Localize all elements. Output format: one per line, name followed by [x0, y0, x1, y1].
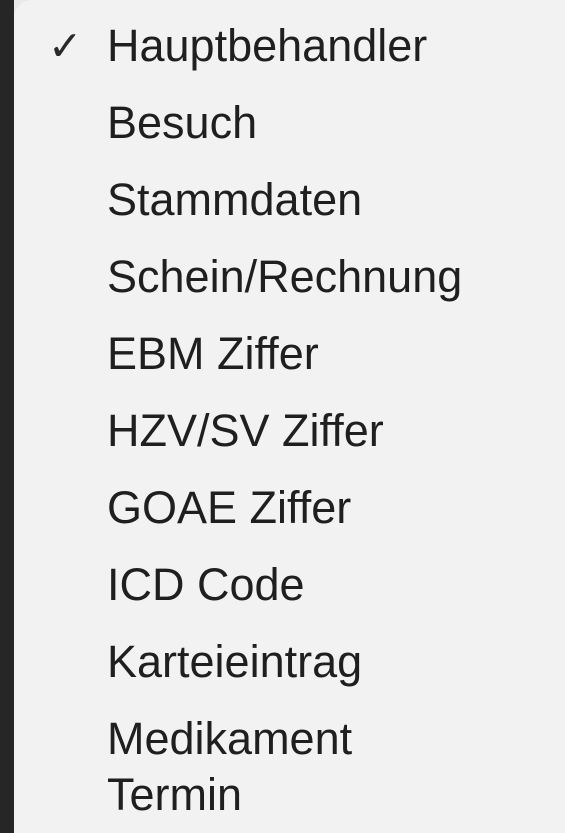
menu-item-hzv-sv-ziffer[interactable]: HZV/SV Ziffer	[14, 393, 565, 469]
menu-item-label: Termin	[107, 769, 243, 820]
menu-item-label: ICD Code	[107, 559, 305, 610]
menu-item-besuch[interactable]: Besuch	[14, 85, 565, 161]
menu-item-label: Karteieintrag	[107, 636, 363, 687]
menu-item-label: GOAE Ziffer	[107, 482, 352, 533]
menu-item-ebm-ziffer[interactable]: EBM Ziffer	[14, 316, 565, 392]
menu-item-hauptbehandler[interactable]: ✓ Hauptbehandler	[14, 8, 565, 84]
checkmark-icon: ✓	[48, 23, 83, 69]
menu-item-label: Schein/Rechnung	[107, 251, 463, 302]
menu-item-goae-ziffer[interactable]: GOAE Ziffer	[14, 470, 565, 546]
window-edge	[0, 0, 14, 833]
menu-item-label: EBM Ziffer	[107, 328, 319, 379]
menu-item-karteieintrag[interactable]: Karteieintrag	[14, 624, 565, 700]
menu-item-label: Besuch	[107, 97, 258, 148]
menu-item-icd-code[interactable]: ICD Code	[14, 547, 565, 623]
menu-item-label: HZV/SV Ziffer	[107, 405, 384, 456]
menu-item-label: Hauptbehandler	[107, 20, 428, 71]
menu-item-stammdaten[interactable]: Stammdaten	[14, 162, 565, 238]
menu-item-termin[interactable]: Termin	[14, 757, 565, 833]
context-menu: ✓ Hauptbehandler Besuch Stammdaten Schei…	[14, 0, 565, 833]
menu-item-label: Stammdaten	[107, 174, 363, 225]
menu-item-schein-rechnung[interactable]: Schein/Rechnung	[14, 239, 565, 315]
